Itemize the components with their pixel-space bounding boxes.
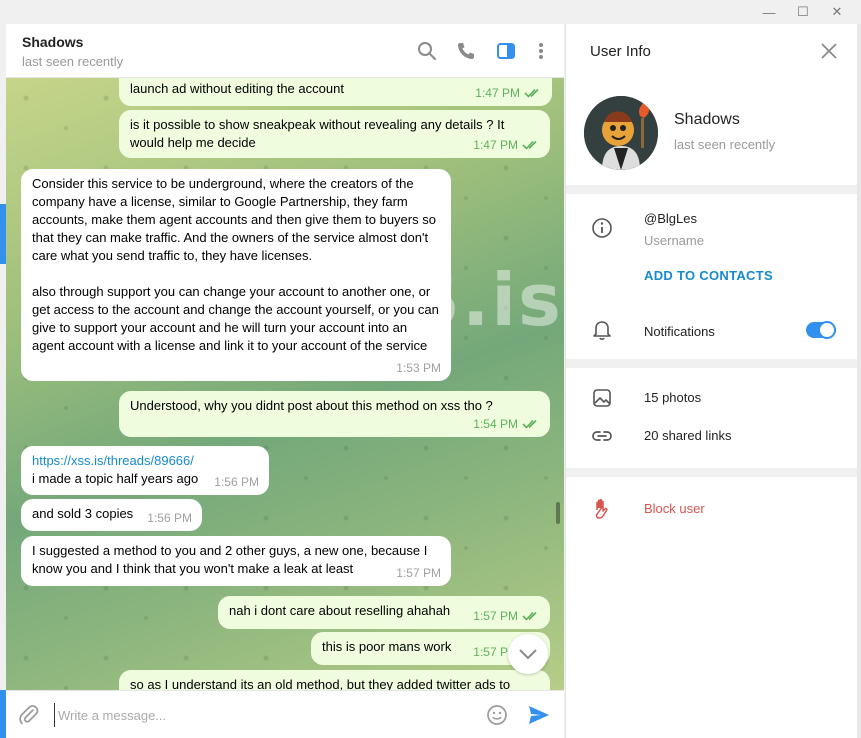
message-composer: [6, 690, 564, 738]
shared-links-link[interactable]: 20 shared links: [644, 428, 731, 443]
message-time: 1:56 PM: [214, 475, 259, 489]
notifications-toggle[interactable]: [806, 321, 836, 339]
avatar[interactable]: [584, 96, 658, 170]
message-text: Understood, why you didnt post about thi…: [130, 398, 493, 413]
attach-icon[interactable]: [16, 702, 42, 728]
window-titlebar: — ☐ ✕: [0, 0, 861, 24]
window-right-edge: [857, 24, 861, 738]
message-meta: 1:54 PM: [473, 415, 540, 433]
message-time: 1:47 PM: [473, 138, 518, 152]
message-incoming[interactable]: and sold 3 copies 1:56 PM: [21, 499, 202, 531]
profile-status: last seen recently: [674, 137, 776, 152]
message-time: 1:57 PM: [396, 566, 441, 580]
message-text: so as I understand its an old method, bu…: [130, 677, 511, 690]
message-time: 1:54 PM: [473, 417, 518, 431]
message-incoming[interactable]: Consider this service to be underground,…: [21, 169, 451, 381]
block-user-button[interactable]: Block user: [644, 501, 705, 516]
user-info-panel: User Info Shadows last seen recently @Bl…: [565, 24, 858, 738]
info-media-section: 15 photos 20 shared links: [566, 368, 858, 468]
link-icon: [590, 424, 614, 448]
message-meta: 1:57 PM: [473, 607, 540, 625]
bell-icon: [590, 318, 614, 342]
info-actions-section: Block user: [566, 477, 858, 738]
chat-title[interactable]: Shadows: [22, 34, 83, 50]
notifications-label: Notifications: [644, 324, 715, 339]
message-time: 1:47 PM: [475, 86, 520, 100]
info-icon: [590, 216, 614, 240]
double-check-icon: [524, 88, 539, 98]
add-to-contacts-button[interactable]: ADD TO CONTACTS: [644, 268, 773, 283]
close-window-button[interactable]: ✕: [820, 0, 854, 24]
chat-header: Shadows last seen recently: [6, 24, 564, 78]
message-outgoing[interactable]: Understood, why you didnt post about thi…: [119, 391, 550, 437]
message-outgoing[interactable]: nah i dont care about reselling ahahah 1…: [218, 596, 550, 629]
phone-icon[interactable]: [453, 38, 479, 64]
minimize-button[interactable]: —: [752, 0, 786, 24]
block-hand-icon: [590, 497, 614, 521]
message-text-paragraph: also through support you can change your…: [32, 284, 439, 353]
message-link[interactable]: https://xss.is/threads/89666/: [32, 452, 258, 470]
double-check-icon: [522, 140, 537, 150]
profile-name: Shadows: [674, 111, 740, 128]
chat-scrollbar[interactable]: [556, 502, 560, 524]
message-incoming[interactable]: https://xss.is/threads/89666/ i made a t…: [21, 446, 269, 495]
chat-status: last seen recently: [22, 54, 124, 69]
info-panel-title: User Info: [590, 43, 651, 60]
more-menu-icon[interactable]: [528, 38, 554, 64]
message-input[interactable]: [54, 703, 474, 727]
message-time: 1:56 PM: [147, 511, 192, 525]
message-incoming[interactable]: I suggested a method to you and 2 other …: [21, 536, 451, 586]
message-time: 1:57 PM: [473, 609, 518, 623]
info-header-section: User Info Shadows last seen recently: [566, 24, 858, 185]
close-icon[interactable]: [820, 42, 842, 64]
message-time: 1:53 PM: [396, 361, 441, 375]
chevron-down-icon: [519, 649, 537, 660]
message-text: launch ad without editing the account: [130, 81, 344, 96]
username-link[interactable]: @BlgLes: [644, 211, 697, 226]
maximize-button[interactable]: ☐: [786, 0, 820, 24]
username-label: Username: [644, 233, 704, 248]
search-icon[interactable]: [414, 38, 440, 64]
photo-icon: [590, 386, 614, 410]
double-check-icon: [522, 611, 537, 621]
message-outgoing[interactable]: is it possible to show sneakpeak without…: [119, 110, 550, 158]
send-icon[interactable]: [526, 702, 552, 728]
sidebar-toggle-icon[interactable]: [493, 38, 519, 64]
message-outgoing[interactable]: so as I understand its an old method, bu…: [119, 670, 550, 690]
message-meta: 1:47 PM: [475, 84, 542, 102]
chat-message-area[interactable]: XSS.is launch ad without editing the acc…: [6, 78, 564, 690]
message-text: is it possible to show sneakpeak without…: [130, 117, 505, 150]
double-check-icon: [522, 419, 537, 429]
scroll-to-bottom-button[interactable]: [508, 634, 548, 674]
message-text: Consider this service to be underground,…: [32, 176, 436, 263]
emoji-icon[interactable]: [484, 702, 510, 728]
message-outgoing[interactable]: launch ad without editing the account 1:…: [119, 78, 552, 106]
message-meta: 1:47 PM: [473, 136, 540, 154]
message-text: I suggested a method to you and 2 other …: [32, 543, 428, 576]
photos-count-link[interactable]: 15 photos: [644, 390, 701, 405]
